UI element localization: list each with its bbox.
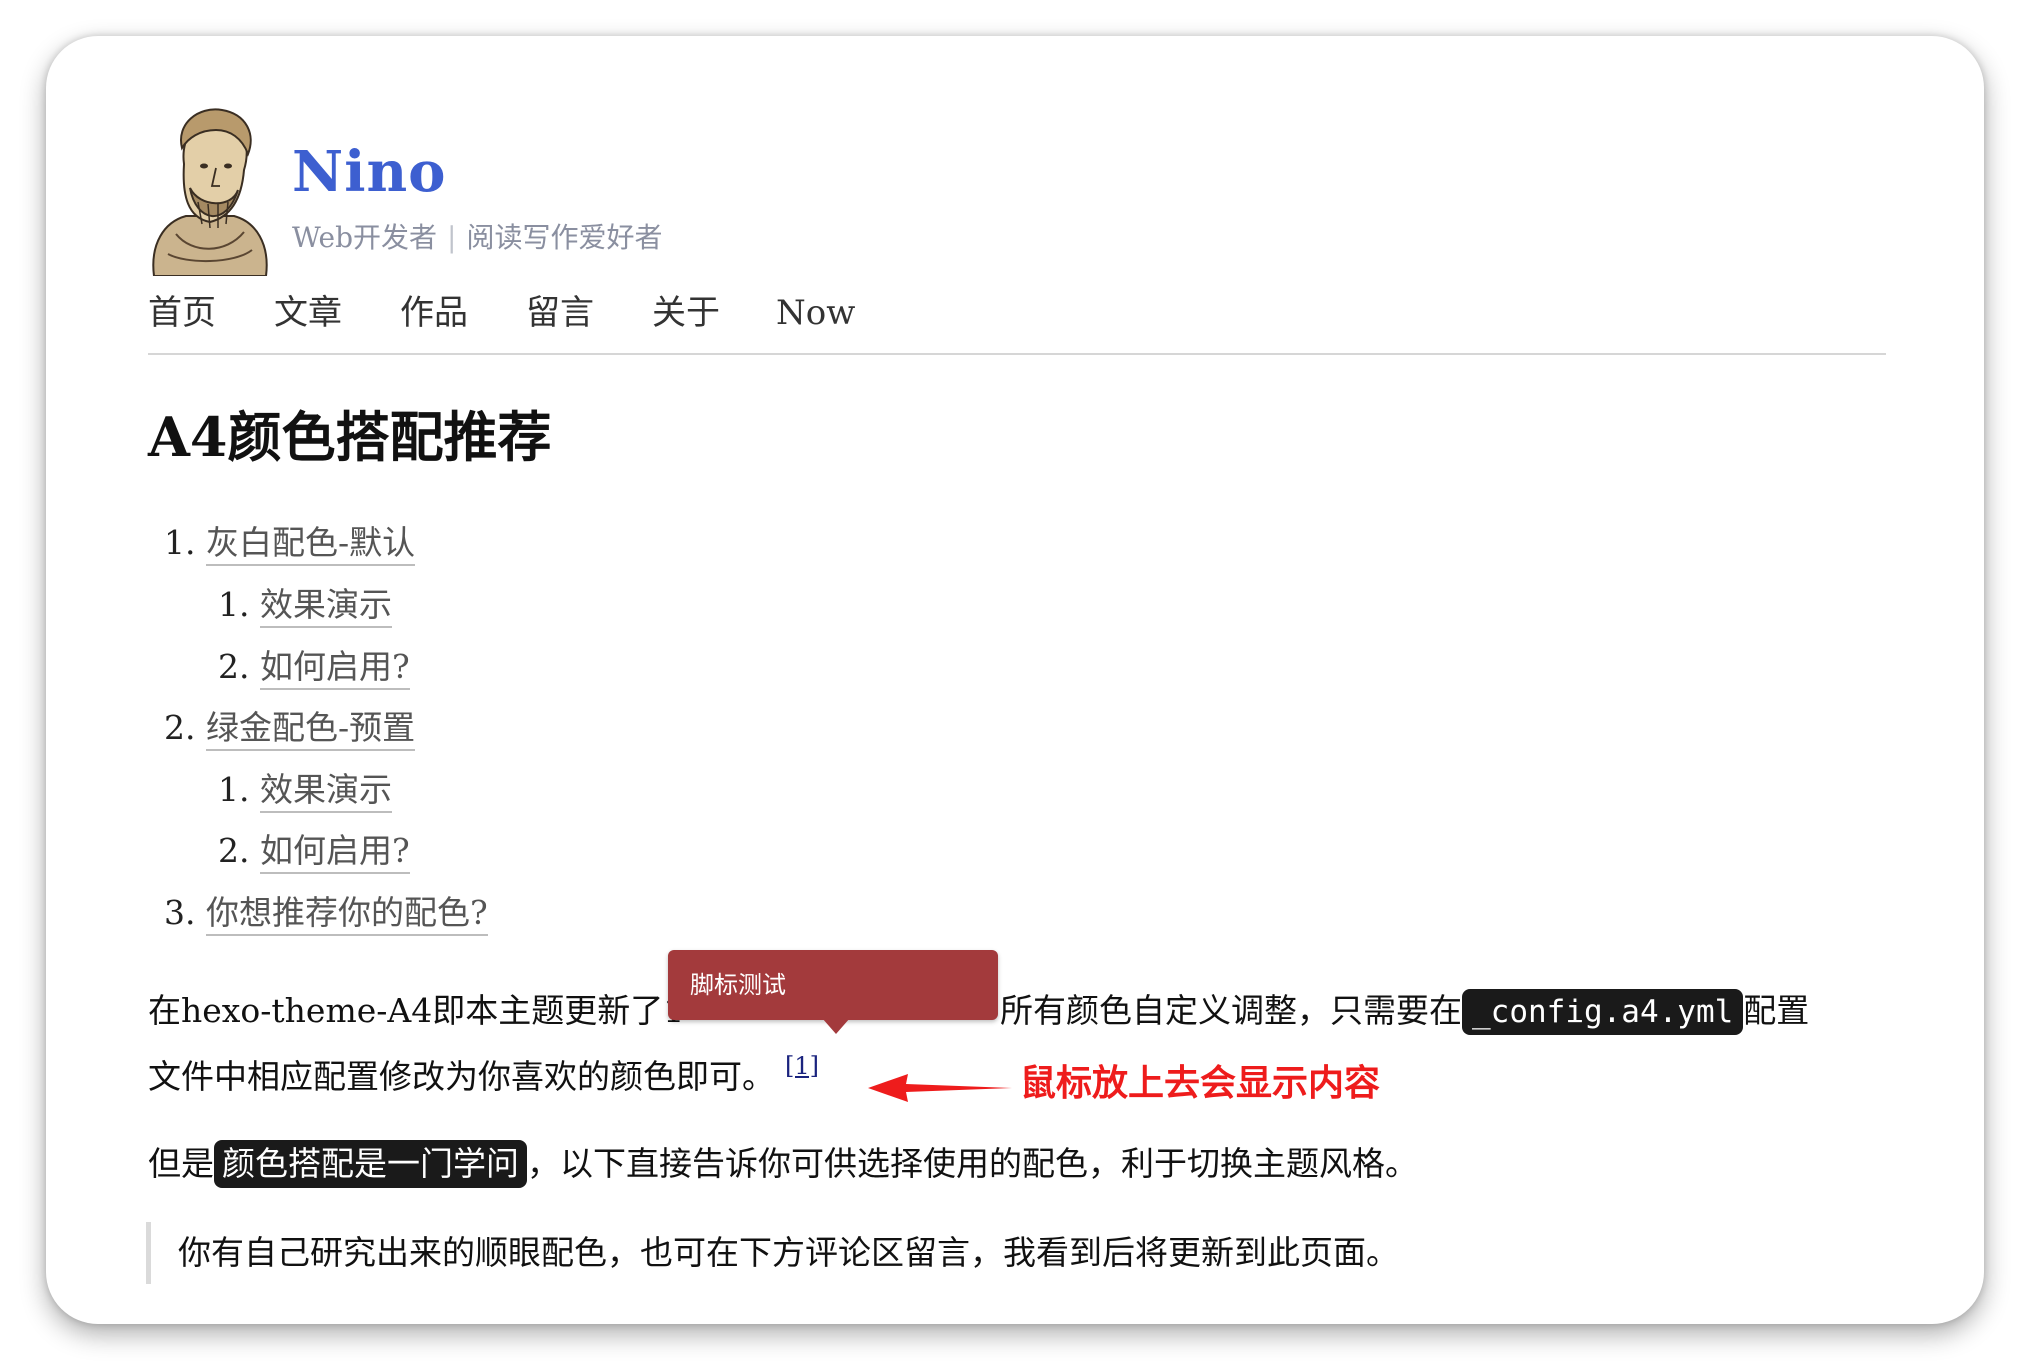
toc-number: 1. [218,770,250,809]
footnote-link[interactable]: [1] [785,1052,819,1080]
toc-link[interactable]: 效果演示 [260,770,392,813]
intro-text-tail: 配置 [1743,991,1810,1030]
toc-link[interactable]: 绿金配色-预置 [206,708,416,751]
subtitle-role: Web开发者 [292,221,437,254]
header-divider [148,353,1886,355]
paragraph-color-theory: 但是 颜色搭配是一门学问 ，以下直接告诉你可供选择使用的配色，利于切换主题风格。 [148,1140,1418,1188]
blockquote-text: 你有自己研究出来的顺眼配色，也可在下方评论区留言，我看到后将更新到此页面。 [178,1233,1399,1272]
para2-text: ，以下直接告诉你可供选择使用的配色，利于切换主题风格。 [527,1144,1418,1183]
paragraph-intro-end: 所有颜色自定义调整，只需要在 _config.a4.yml 配置 [1000,988,1809,1035]
toc-link[interactable]: 灰白配色-默认 [206,523,416,566]
footnote-tooltip: 脚标测试 [668,950,998,1020]
blockquote-bar [146,1222,151,1284]
site-subtitle: Web开发者 | 阅读写作爱好者 [292,220,662,256]
para2-prefix: 但是 [148,1144,214,1183]
nav-item-guestbook[interactable]: 留言 [526,290,594,336]
annotation-arrow-icon [868,1074,1012,1102]
toc-number: 1. [218,585,250,624]
author-avatar[interactable] [146,104,274,276]
nav-item-works[interactable]: 作品 [400,290,468,336]
tooltip-pointer [822,1018,850,1034]
subtitle-separator: | [447,221,457,254]
toc-number: 3. [164,893,196,932]
toc-number: 1. [164,523,196,562]
nav-item-about[interactable]: 关于 [652,290,720,336]
annotation-text: 鼠标放上去会显示内容 [1020,1063,1381,1104]
toc-item: 2. 绿金配色-预置 [164,705,416,751]
toc-item: 2. 如何启用? [218,644,410,690]
post-title: A4颜色搭配推荐 [148,405,552,469]
subtitle-hobby: 阅读写作爱好者 [466,221,663,254]
toc-number: 2. [164,708,196,747]
toc-item: 1. 效果演示 [218,582,392,628]
toc-item: 2. 如何启用? [218,828,410,874]
toc-item: 1. 效果演示 [218,767,392,813]
intro-text: 所有颜色自定义调整，只需要在 [1000,991,1462,1030]
toc-number: 2. [218,647,250,686]
toc-link[interactable]: 如何启用? [260,831,410,874]
toc-number: 2. [218,831,250,870]
highlight-phrase: 颜色搭配是一门学问 [214,1140,527,1188]
toc-link[interactable]: 如何启用? [260,647,410,690]
paragraph-intro-line2: 文件中相应配置修改为你喜欢的颜色即可。 [1] [148,1052,819,1103]
config-filename-code: _config.a4.yml [1462,989,1744,1035]
toc-link[interactable]: 你想推荐你的配色? [206,893,488,936]
site-title[interactable]: Nino [292,136,447,208]
paragraph-intro-start: 在hexo-theme-A4即本主题更新了1 [148,991,685,1030]
toc-item: 3. 你想推荐你的配色? [164,890,488,936]
nav-item-home[interactable]: 首页 [148,290,216,336]
nav-item-articles[interactable]: 文章 [274,290,342,336]
toc-link[interactable]: 效果演示 [260,585,392,628]
intro-line2-text: 文件中相应配置修改为你喜欢的颜色即可。 [148,1057,775,1096]
toc-item: 1. 灰白配色-默认 [164,520,416,566]
nav-item-now[interactable]: Now [776,290,855,336]
